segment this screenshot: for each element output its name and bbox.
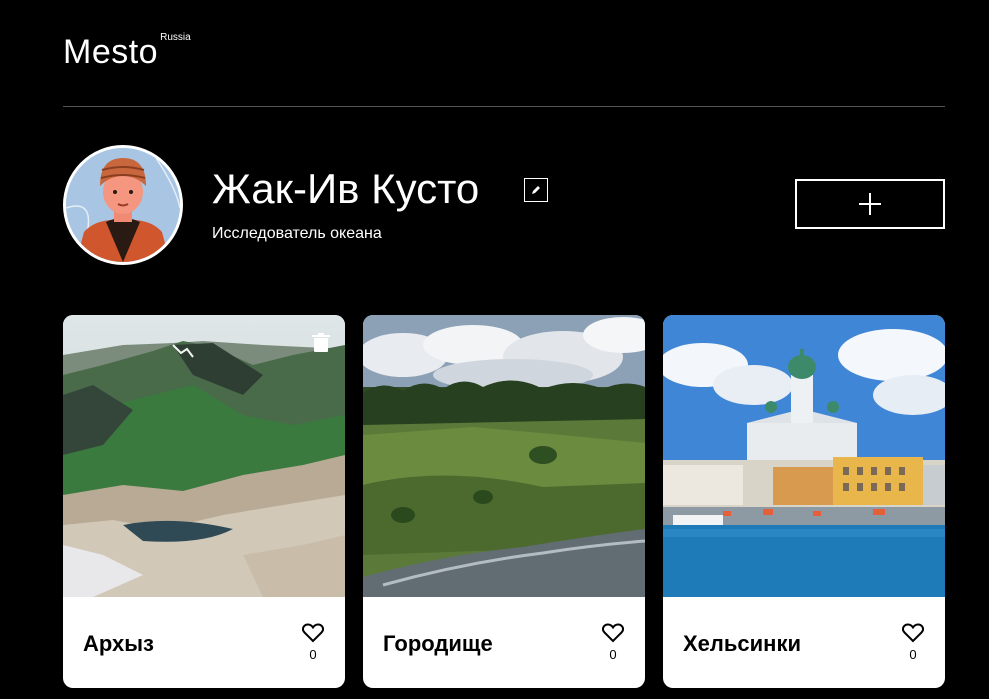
pencil-icon [532, 186, 540, 194]
edit-profile-button[interactable] [524, 178, 548, 202]
like-button[interactable] [301, 623, 325, 643]
profile-about: Исследователь океана [212, 225, 382, 242]
avatar-illustration [66, 148, 180, 262]
header: Mesto Russia [63, 28, 945, 108]
logo-superscript: Russia [160, 32, 191, 43]
avatar[interactable] [63, 145, 183, 265]
heart-icon [601, 623, 625, 643]
card-title: Архыз [83, 631, 154, 656]
like-count: 0 [609, 647, 617, 662]
plus-icon [859, 193, 881, 215]
like-group: 0 [301, 623, 325, 662]
like-group: 0 [601, 623, 625, 662]
add-card-button[interactable] [795, 179, 945, 229]
like-count: 0 [309, 647, 317, 662]
like-button[interactable] [601, 623, 625, 643]
card: Архыз 0 [63, 315, 345, 688]
card-title: Хельсинки [683, 631, 801, 656]
logo-text: Mesto [63, 33, 159, 71]
logo[interactable]: Mesto Russia [63, 28, 191, 76]
card: Городище 0 [363, 315, 645, 688]
card-title: Городище [383, 631, 493, 656]
like-group: 0 [901, 623, 925, 662]
card-image[interactable] [363, 315, 645, 597]
profile: Жак-Ив Кусто Исследователь океана [63, 145, 945, 265]
delete-card-button[interactable] [312, 333, 330, 352]
like-count: 0 [909, 647, 917, 662]
trash-icon [312, 333, 330, 352]
page: Mesto Russia Жак-Ив Кусто Исследователь … [0, 0, 989, 699]
card-image[interactable] [663, 315, 945, 597]
card: Хельсинки 0 [663, 315, 945, 688]
header-divider [63, 106, 945, 107]
like-button[interactable] [901, 623, 925, 643]
heart-icon [301, 623, 325, 643]
profile-name: Жак-Ив Кусто [212, 165, 480, 212]
card-image[interactable] [63, 315, 345, 597]
heart-icon [901, 623, 925, 643]
